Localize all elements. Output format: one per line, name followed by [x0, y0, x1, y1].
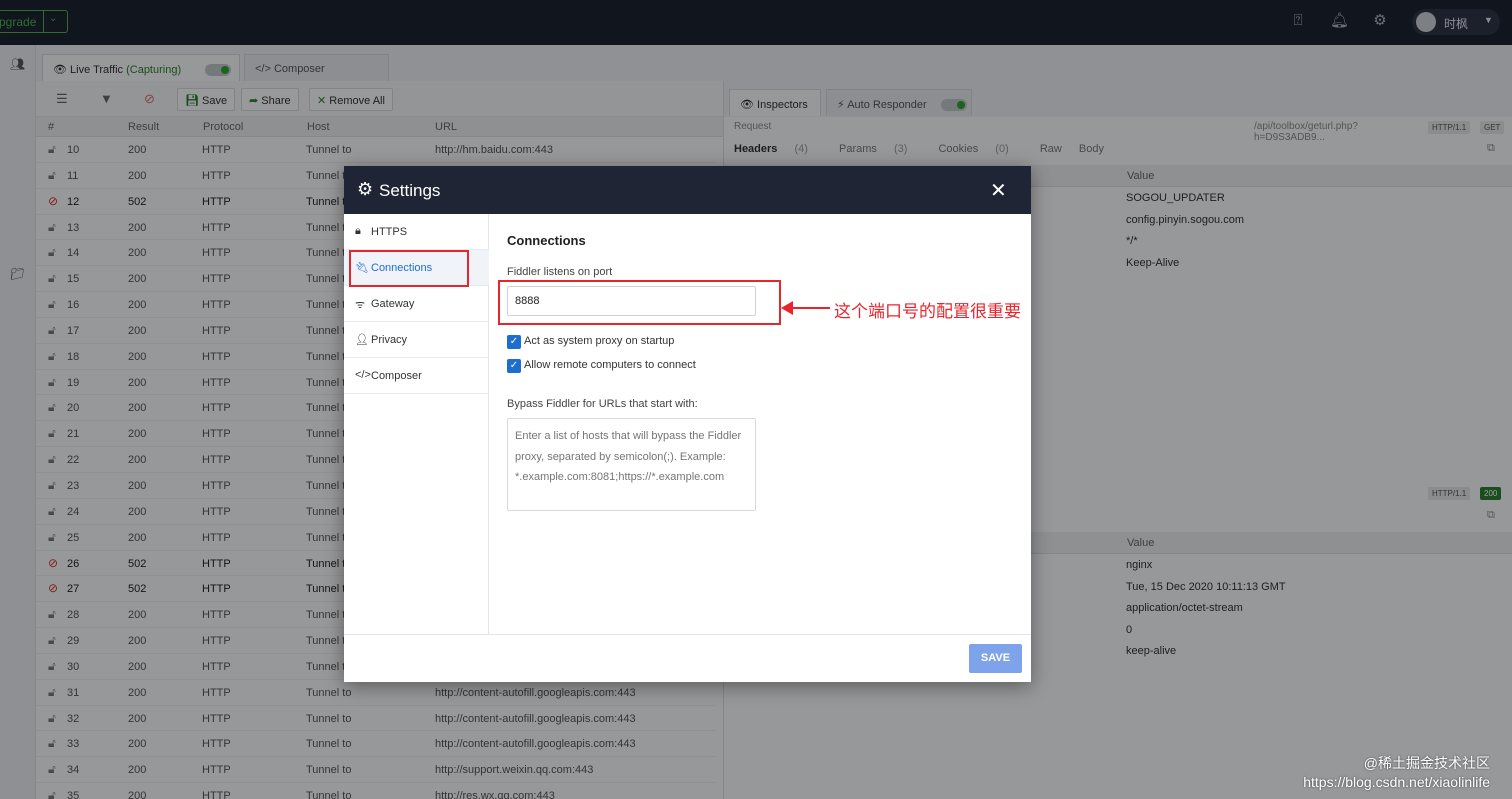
sidebar-item-gateway[interactable]: ᯤ Gateway [344, 286, 489, 322]
code-icon: </> [355, 369, 371, 381]
system-proxy-checkbox[interactable]: ✓ [507, 335, 521, 349]
settings-title: Settings [379, 181, 441, 200]
system-proxy-label: Act as system proxy on startup [524, 335, 675, 347]
annotation-arrow-line [790, 307, 830, 309]
lock-icon: 🔒︎ [355, 225, 361, 237]
gear-icon: ⚙ [357, 179, 374, 199]
sidebar-item-label: Privacy [371, 334, 408, 346]
sidebar-item-label: HTTPS [371, 226, 408, 238]
user-lock-icon: 👤︎ [355, 334, 369, 346]
highlight-box-connections [349, 250, 469, 287]
sidebar-item-privacy[interactable]: 👤︎ Privacy [344, 322, 489, 358]
annotation-text: 这个端口号的配置很重要 [834, 302, 1021, 321]
bypass-label: Bypass Fiddler for URLs that start with: [507, 398, 698, 410]
settings-footer [344, 634, 1031, 682]
settings-header: ⚙ Settings ✕ [344, 166, 1031, 214]
watermark-line2: https://blog.csdn.net/xiaolinlife [1303, 774, 1490, 790]
port-label: Fiddler listens on port [507, 266, 613, 278]
wifi-icon: ᯤ [355, 299, 366, 311]
remote-connect-checkbox[interactable]: ✓ [507, 359, 521, 373]
save-settings-button[interactable]: SAVE [969, 644, 1022, 673]
watermark-line1: @稀土掘金技术社区 [1363, 755, 1490, 771]
sidebar-item-composer[interactable]: </> Composer [344, 358, 489, 394]
sidebar-item-https[interactable]: 🔒︎ HTTPS [344, 214, 489, 250]
settings-dialog: ⚙ Settings ✕ 🔒︎ HTTPS 🔌︎ Connections ᯤ G… [344, 166, 1031, 682]
sidebar-item-label: Composer [371, 370, 422, 382]
bypass-textarea[interactable] [507, 418, 756, 511]
highlight-box-port [498, 280, 781, 325]
section-title: Connections [507, 233, 586, 248]
sidebar-item-label: Gateway [371, 298, 415, 310]
remote-connect-label: Allow remote computers to connect [524, 359, 696, 371]
close-button[interactable]: ✕ [990, 178, 1007, 203]
